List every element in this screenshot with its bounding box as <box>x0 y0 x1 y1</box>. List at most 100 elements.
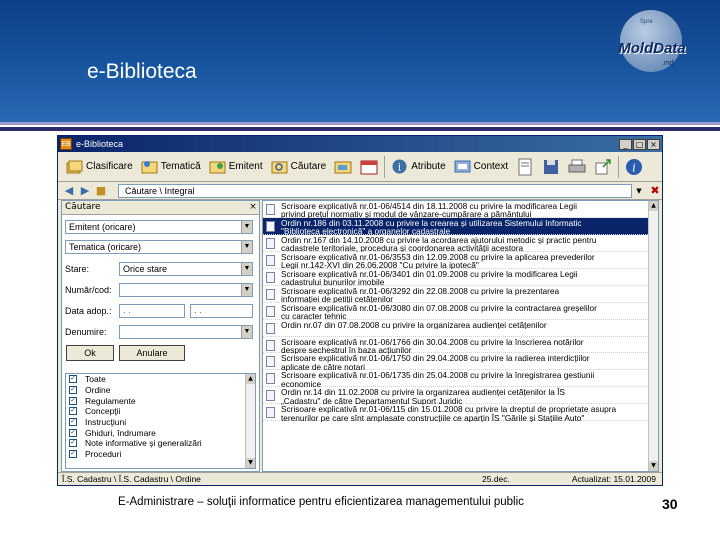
context-button[interactable]: Context <box>450 154 512 180</box>
stare-select[interactable]: Orice stare ▼ <box>119 262 253 276</box>
print-button[interactable] <box>566 156 588 178</box>
category-label: Instrucţiuni <box>85 417 127 428</box>
emitent-button[interactable]: Emitent <box>205 154 267 180</box>
minimize-button[interactable]: _ <box>619 138 632 150</box>
doc-title-cont: terenurilor pe care sînt amplasate const… <box>281 412 585 422</box>
folder-open-button[interactable] <box>332 156 354 178</box>
close-button[interactable]: × <box>647 138 660 150</box>
context-icon <box>454 160 471 173</box>
table-row[interactable]: Ordin nr.167 din 14.10.2008 cu privire l… <box>263 235 658 252</box>
table-row[interactable]: Scrisoare explicativă nr.01-06/1766 din … <box>263 337 658 354</box>
table-row[interactable]: Scrisoare explicativă nr.01-06/1750 din … <box>263 353 658 371</box>
scroll-up-icon[interactable]: ▲ <box>649 201 658 211</box>
tematica-button[interactable]: Tematică <box>137 154 205 180</box>
window-titlebar[interactable]: EB e-Biblioteca _ □ × <box>58 136 662 152</box>
ok-button[interactable]: Ok <box>66 345 114 361</box>
denumire-field[interactable]: ▼ <box>119 325 253 339</box>
export-button[interactable] <box>592 156 614 178</box>
doc-title: Ordin nr.07 din 07.08.2008 cu privire la… <box>281 319 547 329</box>
close-panel-icon[interactable]: × <box>247 201 259 214</box>
list-item[interactable]: ✓ Toate <box>66 374 255 385</box>
table-row[interactable]: Scrisoare explicativă nr.01-06/1735 din … <box>263 370 658 388</box>
table-row[interactable]: Ordin nr.14 din 11.02.2008 cu privire la… <box>263 387 658 405</box>
logo-subtext: .md <box>662 60 674 67</box>
emitent-select[interactable]: Emitent (oricare) ▼ <box>65 220 253 234</box>
search-panel: Căutare × Emitent (oricare) ▼ Tematica (… <box>61 200 260 472</box>
list-item[interactable]: ✓ Ordine <box>66 385 255 396</box>
search-panel-title: Căutare <box>65 202 101 212</box>
atribute-label: Atribute <box>411 161 446 172</box>
doc-title: Scrisoare explicativă nr.01-06/1735 din … <box>281 370 595 381</box>
list-item[interactable]: ✓ Concepţii <box>66 406 255 417</box>
document-icon <box>266 407 275 419</box>
folder-open-icon <box>334 161 352 173</box>
table-row[interactable]: Scrisoare explicativă nr.01-06/115 din 1… <box>263 404 658 422</box>
checklist-scrollbar[interactable]: ▲ ▼ <box>245 374 255 468</box>
table-row-selected[interactable]: Ordin nr.186 din 03.11.2008 cu privire l… <box>263 217 658 235</box>
anulare-button[interactable]: Anulare <box>119 345 185 361</box>
help-button[interactable]: i <box>623 156 645 178</box>
list-item[interactable]: ✓ Instrucţiuni <box>66 417 255 428</box>
date-to-field[interactable]: . . <box>190 304 253 318</box>
table-row[interactable]: Scrisoare explicativă nr.01-06/4514 din … <box>263 201 658 218</box>
table-row[interactable]: Ordin nr.07 din 07.08.2008 cu privire la… <box>263 320 658 337</box>
clasificare-button[interactable]: Clasificare <box>62 154 137 180</box>
list-item[interactable]: ✓ Ghiduri, îndrumare <box>66 427 255 438</box>
calendar-icon <box>360 160 378 174</box>
table-row[interactable]: Scrisoare explicativă nr.01-06/3292 din … <box>263 286 658 303</box>
document-icon <box>266 204 275 215</box>
checkbox[interactable]: ✓ <box>69 407 77 416</box>
app-icon[interactable]: EB <box>60 138 72 150</box>
checkbox[interactable]: ✓ <box>69 396 77 405</box>
checkbox[interactable]: ✓ <box>69 439 77 448</box>
tematica-select-value: Tematica (oricare) <box>69 242 142 252</box>
checkbox[interactable]: ✓ <box>69 450 77 459</box>
close-search-icon[interactable]: ✖ <box>648 184 662 197</box>
list-item[interactable]: ✓ Note informative şi generalizări <box>66 438 255 449</box>
list-item[interactable]: ✓ Regulamente <box>66 395 255 406</box>
forward-arrow-icon[interactable]: ▶ <box>78 184 92 198</box>
document-icon <box>266 305 275 317</box>
checkbox[interactable]: ✓ <box>69 386 77 395</box>
info-icon: i <box>392 159 407 174</box>
chevron-down-icon[interactable]: ▼ <box>241 284 252 296</box>
address-dropdown-icon[interactable]: ▼ <box>632 184 646 198</box>
list-item[interactable]: ✓ Proceduri <box>66 449 255 460</box>
divider-light <box>0 122 720 125</box>
chevron-down-icon[interactable]: ▼ <box>241 326 252 338</box>
back-arrow-icon[interactable]: ◀ <box>62 184 76 198</box>
maximize-button[interactable]: □ <box>633 138 646 150</box>
cautare-button[interactable]: Căutare <box>267 154 331 180</box>
scroll-down-icon[interactable]: ▼ <box>246 458 255 468</box>
numar-field[interactable]: ▼ <box>119 283 253 297</box>
emitent-label: Emitent <box>228 161 263 172</box>
checkbox[interactable]: ✓ <box>69 375 77 384</box>
table-row[interactable]: Scrisoare explicativă nr.01-06/3401 din … <box>263 269 658 286</box>
context-label: Context <box>473 161 509 172</box>
address-field[interactable]: Căutare \ Integral <box>118 183 632 198</box>
chevron-down-icon[interactable]: ▼ <box>241 241 252 253</box>
save-button[interactable] <box>540 156 562 178</box>
category-label: Toate <box>85 374 106 385</box>
checkbox[interactable]: ✓ <box>69 418 77 427</box>
status-path: Î.S. Cadastru \ Î.S. Cadastru \ Ordine <box>62 474 201 484</box>
document-button[interactable] <box>514 156 536 178</box>
status-updated: Actualizat: 15.01.2009 <box>571 474 656 484</box>
date-from-field[interactable]: . . <box>119 304 185 318</box>
document-icon <box>266 373 275 385</box>
table-row[interactable]: Scrisoare explicativă nr.01-06/3080 din … <box>263 303 658 320</box>
chevron-down-icon[interactable]: ▼ <box>241 221 252 233</box>
scroll-up-icon[interactable]: ▲ <box>246 374 255 384</box>
table-row[interactable]: Scrisoare explicativă nr.01-06/3553 din … <box>263 252 658 269</box>
calendar-button[interactable] <box>358 156 380 178</box>
tematica-select[interactable]: Tematica (oricare) ▼ <box>65 240 253 254</box>
atribute-button[interactable]: i Atribute <box>387 154 449 180</box>
document-list-scrollbar[interactable]: ▲ ▼ <box>648 201 658 471</box>
category-label: Regulamente <box>85 395 136 406</box>
chevron-down-icon[interactable]: ▼ <box>241 263 252 275</box>
stare-label: Stare: <box>65 264 90 274</box>
scroll-down-icon[interactable]: ▼ <box>649 461 658 471</box>
document-icon <box>266 254 275 266</box>
checkbox[interactable]: ✓ <box>69 428 77 437</box>
category-checklist: ✓ Toate ✓ Ordine ✓ Regulamente ✓ Concepţii ✓… <box>65 373 256 469</box>
